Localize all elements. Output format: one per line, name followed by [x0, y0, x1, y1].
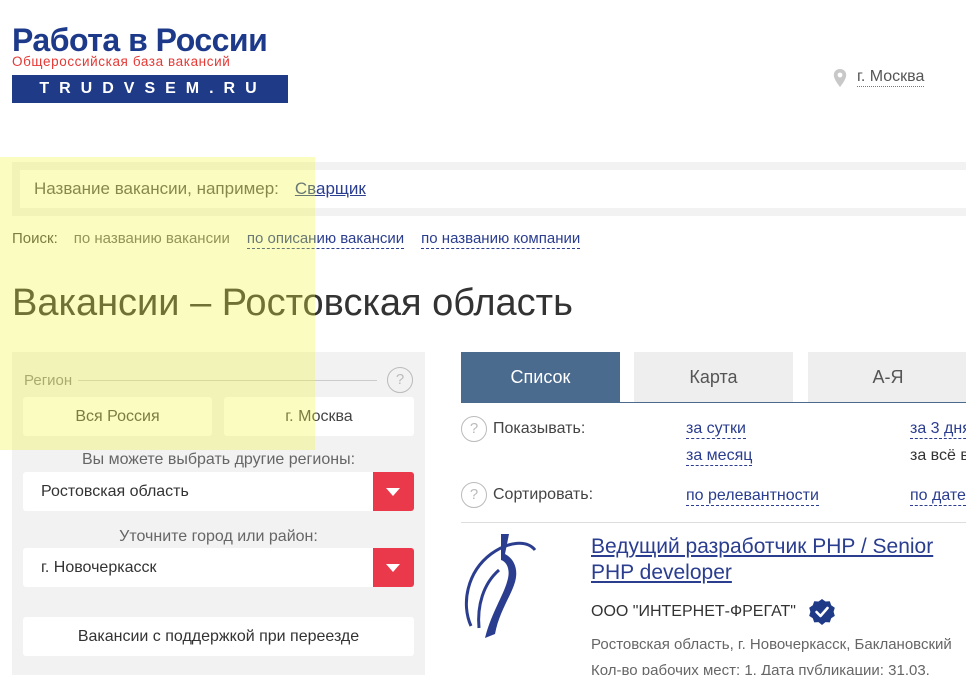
sort-relevance-link[interactable]: по релевантности [686, 487, 819, 506]
tab-map[interactable]: Карта [634, 352, 793, 402]
chevron-down-icon[interactable] [373, 472, 414, 511]
vacancy-meta: Кол-во рабочих мест: 1. Дата публикации:… [591, 662, 930, 675]
location-selector[interactable]: г. Москва [833, 68, 925, 87]
other-regions-label: Вы можете выбрать другие регионы: [81, 451, 356, 468]
show-3days-link[interactable]: за 3 дня [910, 420, 966, 439]
moscow-button[interactable]: г. Москва [224, 397, 414, 436]
chevron-down-icon[interactable] [373, 548, 414, 587]
view-tabs: Список Карта А-Я [461, 352, 966, 403]
show-day-link[interactable]: за сутки [686, 420, 746, 439]
show-filter: ? Показывать: [461, 416, 585, 442]
vacancy-title-link[interactable]: Ведущий разработчик PHP / Senior PHP dev… [591, 534, 966, 586]
search-mode-title[interactable]: по названию вакансии [74, 230, 230, 249]
sort-date-link[interactable]: по дате [910, 487, 966, 506]
logo-domain: TRUDVSEM.RU [12, 75, 288, 103]
company-name[interactable]: ООО "ИНТЕРНЕТ-ФРЕГАТ" [591, 603, 796, 621]
show-all-time[interactable]: за всё время [910, 447, 966, 465]
vacancy-company: ООО "ИНТЕРНЕТ-ФРЕГАТ" [591, 598, 836, 626]
sort-filter-label: Сортировать: [493, 486, 594, 503]
region-select[interactable]: Ростовская область [23, 472, 414, 511]
tab-alphabet[interactable]: А-Я [808, 352, 966, 402]
show-filter-label: Показывать: [493, 420, 586, 437]
search-box: Название вакансии, например: Сварщик [12, 162, 966, 216]
city-select[interactable]: г. Новочеркасск [23, 548, 414, 587]
region-divider [78, 379, 377, 381]
search-example-link[interactable]: Сварщик [295, 179, 366, 199]
search-hint: Название вакансии, например: [34, 179, 279, 198]
search-mode-company[interactable]: по названию компании [421, 230, 581, 249]
results-divider [461, 522, 966, 523]
all-russia-button[interactable]: Вся Россия [23, 397, 212, 436]
region-sidebar: Регион ? Вся Россия г. Москва Вы можете … [12, 352, 425, 675]
verified-check-icon [809, 599, 835, 625]
tab-list[interactable]: Список [461, 352, 620, 402]
sort-filter: ? Сортировать: [461, 482, 593, 508]
city-label: Уточните город или район: [119, 528, 318, 545]
company-logo-icon [464, 534, 537, 638]
help-icon[interactable]: ? [387, 367, 413, 393]
search-modes: Поиск: по названию вакансии по описанию … [12, 230, 581, 249]
location-city-link[interactable]: г. Москва [857, 68, 925, 87]
show-month-link[interactable]: за месяц [686, 447, 753, 466]
logo-title: Работа в России [12, 22, 268, 58]
search-mode-description[interactable]: по описанию вакансии [246, 230, 405, 249]
vacancy-location: Ростовская область, г. Новочеркасск, Бак… [591, 636, 952, 653]
city-select-value: г. Новочеркасск [41, 559, 157, 576]
help-icon[interactable]: ? [461, 482, 487, 508]
site-logo[interactable]: Работа в России Общероссийская база вака… [12, 24, 290, 103]
region-header: Регион ? [24, 367, 413, 393]
search-modes-label: Поиск: [12, 230, 58, 247]
region-select-value: Ростовская область [41, 483, 189, 500]
relocation-vacancies-button[interactable]: Вакансии с поддержкой при переезде [23, 617, 414, 656]
search-input[interactable]: Название вакансии, например: Сварщик [20, 170, 966, 208]
help-icon[interactable]: ? [461, 416, 487, 442]
region-label: Регион [24, 371, 73, 389]
map-pin-icon [833, 68, 847, 87]
page-title: Вакансии – Ростовская область [12, 282, 573, 324]
